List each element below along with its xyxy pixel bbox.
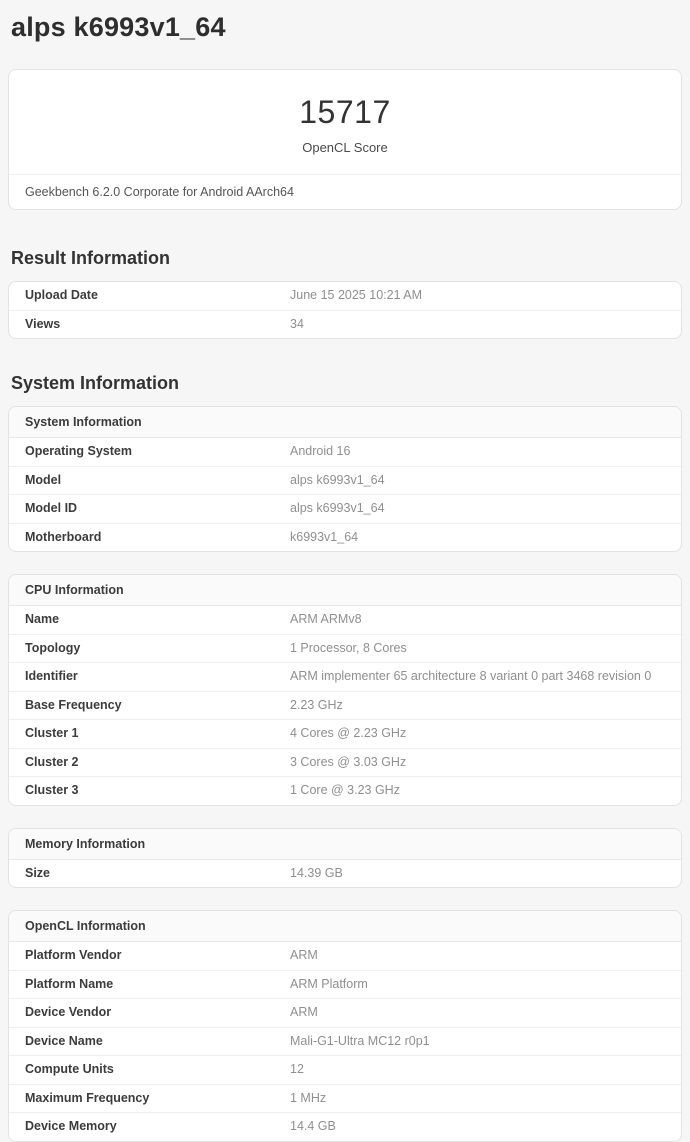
row-value: 12 — [290, 1063, 665, 1077]
info-table: OpenCL InformationPlatform VendorARMPlat… — [8, 910, 682, 1142]
row-label: Platform Name — [25, 978, 290, 992]
info-table: Upload DateJune 15 2025 10:21 AMViews34 — [8, 281, 682, 339]
row-label: Motherboard — [25, 531, 290, 545]
info-row: Platform VendorARM — [9, 942, 681, 971]
opencl-score-value: 15717 — [9, 94, 681, 130]
row-value: 34 — [290, 318, 665, 332]
info-row: Views34 — [9, 311, 681, 339]
row-label: Model ID — [25, 502, 290, 516]
score-block: 15717 OpenCL Score — [9, 70, 681, 174]
info-row: Maximum Frequency1 MHz — [9, 1085, 681, 1114]
row-value: Mali-G1-Ultra MC12 r0p1 — [290, 1035, 665, 1049]
row-label: Maximum Frequency — [25, 1092, 290, 1106]
row-label: Cluster 1 — [25, 727, 290, 741]
info-row: Compute Units12 — [9, 1056, 681, 1085]
row-value: 2.23 GHz — [290, 699, 665, 713]
row-label: Platform Vendor — [25, 949, 290, 963]
info-sections: Result Information Upload DateJune 15 202… — [0, 246, 690, 1142]
row-label: Cluster 3 — [25, 784, 290, 798]
row-label: Operating System — [25, 445, 290, 459]
info-table: Memory InformationSize14.39 GB — [8, 828, 682, 889]
info-row: Motherboardk6993v1_64 — [9, 524, 681, 552]
row-value: 3 Cores @ 3.03 GHz — [290, 756, 665, 770]
row-label: Device Vendor — [25, 1006, 290, 1020]
row-label: Upload Date — [25, 289, 290, 303]
row-value: ARM implementer 65 architecture 8 varian… — [290, 670, 665, 684]
row-label: Device Name — [25, 1035, 290, 1049]
score-card: 15717 OpenCL Score Geekbench 6.2.0 Corpo… — [8, 69, 682, 210]
table-header: CPU Information — [9, 575, 681, 606]
row-value: alps k6993v1_64 — [290, 474, 665, 488]
info-row: Base Frequency2.23 GHz — [9, 692, 681, 721]
page-title: alps k6993v1_64 — [11, 10, 680, 45]
table-header: System Information — [9, 407, 681, 438]
row-value: k6993v1_64 — [290, 531, 665, 545]
row-value: alps k6993v1_64 — [290, 502, 665, 516]
info-row: Device VendorARM — [9, 999, 681, 1028]
section-heading: Result Information — [11, 246, 680, 270]
info-row: Upload DateJune 15 2025 10:21 AM — [9, 282, 681, 311]
info-row: Device Memory14.4 GB — [9, 1113, 681, 1141]
row-label: Name — [25, 613, 290, 627]
info-row: Cluster 31 Core @ 3.23 GHz — [9, 777, 681, 805]
info-row: Cluster 23 Cores @ 3.03 GHz — [9, 749, 681, 778]
benchmark-version: Geekbench 6.2.0 Corporate for Android AA… — [9, 174, 681, 209]
row-label: Views — [25, 318, 290, 332]
row-value: ARM ARMv8 — [290, 613, 665, 627]
row-value: June 15 2025 10:21 AM — [290, 289, 665, 303]
info-row: NameARM ARMv8 — [9, 606, 681, 635]
row-value: 14.4 GB — [290, 1120, 665, 1134]
row-label: Cluster 2 — [25, 756, 290, 770]
opencl-score-label: OpenCL Score — [9, 140, 681, 156]
info-row: IdentifierARM implementer 65 architectur… — [9, 663, 681, 692]
row-value: 1 Core @ 3.23 GHz — [290, 784, 665, 798]
info-row: Size14.39 GB — [9, 860, 681, 888]
info-row: Model IDalps k6993v1_64 — [9, 495, 681, 524]
info-row: Platform NameARM Platform — [9, 971, 681, 1000]
row-value: 1 Processor, 8 Cores — [290, 642, 665, 656]
row-value: ARM — [290, 949, 665, 963]
benchmark-result-page: alps k6993v1_64 15717 OpenCL Score Geekb… — [0, 10, 690, 1142]
row-value: ARM Platform — [290, 978, 665, 992]
row-value: 1 MHz — [290, 1092, 665, 1106]
info-table: CPU InformationNameARM ARMv8Topology1 Pr… — [8, 574, 682, 806]
info-row: Device NameMali-G1-Ultra MC12 r0p1 — [9, 1028, 681, 1057]
row-label: Topology — [25, 642, 290, 656]
table-header: Memory Information — [9, 829, 681, 860]
row-value: 14.39 GB — [290, 867, 665, 881]
row-value: Android 16 — [290, 445, 665, 459]
row-label: Base Frequency — [25, 699, 290, 713]
info-row: Modelalps k6993v1_64 — [9, 467, 681, 496]
info-row: Cluster 14 Cores @ 2.23 GHz — [9, 720, 681, 749]
row-label: Model — [25, 474, 290, 488]
info-table: System InformationOperating SystemAndroi… — [8, 406, 682, 552]
info-row: Topology1 Processor, 8 Cores — [9, 635, 681, 664]
row-label: Identifier — [25, 670, 290, 684]
section-heading: System Information — [11, 371, 680, 395]
row-label: Compute Units — [25, 1063, 290, 1077]
info-row: Operating SystemAndroid 16 — [9, 438, 681, 467]
row-label: Device Memory — [25, 1120, 290, 1134]
table-header: OpenCL Information — [9, 911, 681, 942]
row-value: 4 Cores @ 2.23 GHz — [290, 727, 665, 741]
row-label: Size — [25, 867, 290, 881]
row-value: ARM — [290, 1006, 665, 1020]
